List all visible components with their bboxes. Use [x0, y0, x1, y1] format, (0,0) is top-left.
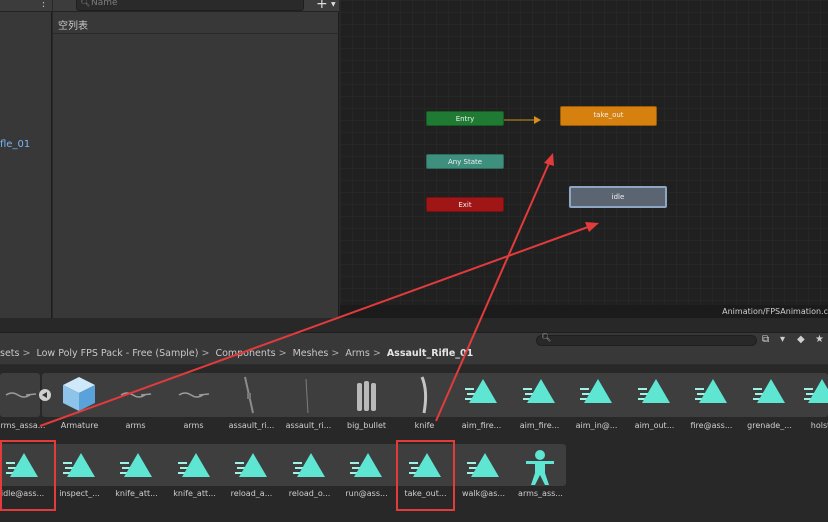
asset-label: arms: [183, 421, 204, 430]
breadcrumb-separator: >: [278, 348, 287, 359]
mesh-icon: [5, 392, 37, 398]
asset-label: assault_ri...: [228, 421, 275, 430]
breadcrumb-item[interactable]: Low Poly FPS Pack - Free (Sample): [36, 348, 198, 359]
breadcrumb-item[interactable]: Components: [215, 348, 275, 359]
highlight-box-take-out: [396, 440, 455, 511]
breadcrumb-item[interactable]: Arms: [345, 348, 369, 359]
animation-clip-icon: [638, 379, 670, 403]
asset-label: knife_att...: [115, 489, 158, 498]
mesh-icon: [120, 392, 152, 398]
state-entry[interactable]: Entry: [426, 111, 504, 126]
breadcrumb-separator: >: [331, 348, 340, 359]
animation-clip-icon: [804, 379, 828, 403]
breadcrumb-separator: >: [372, 348, 381, 359]
favorite-star-icon[interactable]: ★: [815, 334, 824, 345]
animation-clip-icon: [293, 453, 325, 477]
rifle-icon: [244, 376, 254, 414]
asset-label: aim_out...: [634, 421, 675, 430]
asset-label: grenade_...: [747, 421, 792, 430]
animation-clip-icon: [235, 453, 267, 477]
asset-label: knife: [414, 421, 435, 430]
prefab-icon: [63, 377, 95, 411]
animation-clip-icon: [467, 453, 499, 477]
highlight-box-idle: [0, 440, 56, 511]
asset-label: walk@as...: [462, 489, 505, 498]
filter-icon[interactable]: ▾: [780, 334, 785, 345]
asset-search-input[interactable]: 🔍︎: [536, 333, 757, 346]
breadcrumb: sets > Low Poly FPS Pack - Free (Sample) >…: [0, 348, 828, 365]
animation-clip-icon: [120, 453, 152, 477]
animation-clip-icon: [350, 453, 382, 477]
asset-label: knife_att...: [173, 489, 216, 498]
breadcrumb-separator: >: [201, 348, 210, 359]
asset-label: fire@ass...: [690, 421, 733, 430]
collapse-group-button[interactable]: [39, 389, 51, 401]
animation-clip-icon: [580, 379, 612, 403]
label-icon[interactable]: ◆: [797, 334, 805, 345]
animation-clip-icon: [523, 379, 555, 403]
asset-label: inspect_...: [59, 489, 100, 498]
asset-label: aim_in@...: [575, 421, 618, 430]
search-icon: 🔍︎: [541, 333, 552, 342]
asset-label: run@ass...: [345, 489, 388, 498]
panel-splitter[interactable]: [0, 318, 828, 332]
state-idle[interactable]: idle: [569, 186, 667, 208]
animation-clip-icon: [695, 379, 727, 403]
breadcrumb-item[interactable]: Meshes: [293, 348, 329, 359]
avatar-icon: [526, 450, 554, 485]
asset-label: assault_ri...: [285, 421, 332, 430]
asset-label: aim_fire...: [461, 421, 502, 430]
state-take-out[interactable]: take_out: [560, 106, 657, 126]
knife-icon: [420, 376, 428, 414]
search-by-type-icon[interactable]: ⧉: [762, 334, 769, 345]
asset-label: arms_ass...: [518, 489, 563, 498]
mesh-icon: [178, 392, 210, 398]
state-exit[interactable]: Exit: [426, 197, 504, 212]
asset-label: aim_fire...: [519, 421, 560, 430]
asset-label: holst: [810, 421, 828, 430]
asset-label: arms: [125, 421, 146, 430]
asset-label: big_bullet: [346, 421, 387, 430]
rifle-small-icon: [305, 378, 309, 414]
controller-path: Animation/FPSAnimation.c: [722, 307, 828, 316]
asset-label: reload_o...: [288, 489, 331, 498]
asset-label: arms_assa...: [0, 421, 46, 430]
breadcrumb-current: Assault_Rifle_01: [386, 348, 474, 359]
bullets-icon: [357, 381, 376, 411]
breadcrumb-item[interactable]: sets: [0, 348, 19, 359]
asset-label: Armature: [60, 421, 99, 430]
entry-transition-arrow: [504, 116, 541, 124]
state-any-state[interactable]: Any State: [426, 154, 504, 169]
animation-clip-icon: [465, 379, 497, 403]
animation-clip-icon: [63, 453, 95, 477]
animation-clip-icon: [178, 453, 210, 477]
animation-clip-icon: [753, 379, 785, 403]
asset-label: reload_a...: [230, 489, 273, 498]
breadcrumb-separator: >: [22, 348, 31, 359]
